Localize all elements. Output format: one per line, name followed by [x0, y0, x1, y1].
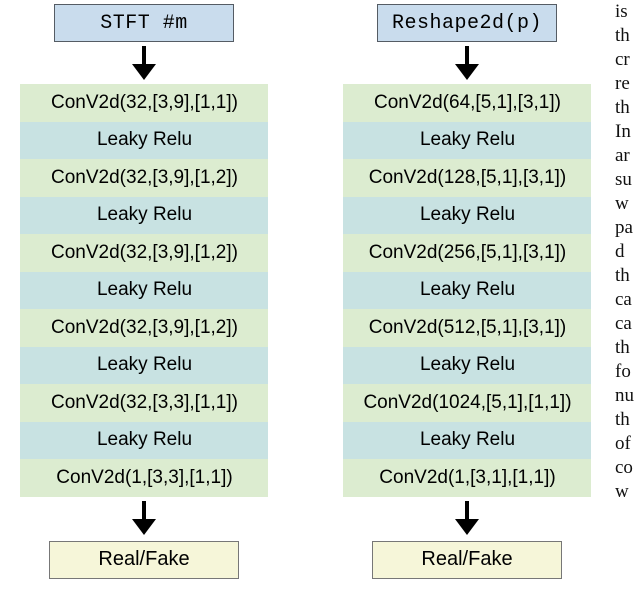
text-fragment: cr [615, 48, 640, 72]
layer-label: Leaky Relu [97, 129, 192, 151]
text-fragment: d [615, 240, 640, 264]
layer-label: ConV2d(128,[5,1],[3,1]) [369, 167, 567, 189]
layer-label: Leaky Relu [97, 204, 192, 226]
layer-label: ConV2d(64,[5,1],[3,1]) [374, 92, 561, 114]
right-column: Reshape2d(p) ConV2d(64,[5,1],[3,1]) Leak… [343, 4, 591, 579]
layer-label: Leaky Relu [97, 354, 192, 376]
text-fragment: is [615, 0, 640, 24]
conv-layer: ConV2d(1,[3,3],[1,1]) [20, 459, 268, 497]
arrow-down-icon [132, 46, 156, 80]
text-fragment: fo [615, 360, 640, 384]
layer-label: ConV2d(32,[3,9],[1,2]) [51, 242, 238, 264]
conv-layer: ConV2d(32,[3,9],[1,2]) [20, 309, 268, 347]
conv-layer: ConV2d(32,[3,3],[1,1]) [20, 384, 268, 422]
activation-layer: Leaky Relu [20, 122, 268, 160]
text-fragment: th [615, 264, 640, 288]
text-fragment: w [615, 480, 640, 504]
conv-layer: ConV2d(32,[3,9],[1,2]) [20, 234, 268, 272]
conv-layer: ConV2d(256,[5,1],[3,1]) [343, 234, 591, 272]
conv-layer: ConV2d(64,[5,1],[3,1]) [343, 84, 591, 122]
layer-label: Leaky Relu [420, 429, 515, 451]
layer-label: ConV2d(1024,[5,1],[1,1]) [363, 392, 571, 414]
text-fragment: w [615, 192, 640, 216]
text-fragment: th [615, 336, 640, 360]
text-fragment: th [615, 24, 640, 48]
conv-layer: ConV2d(32,[3,9],[1,2]) [20, 159, 268, 197]
diagram-canvas: STFT #m ConV2d(32,[3,9],[1,1]) Leaky Rel… [0, 0, 640, 603]
left-header-label: STFT #m [100, 12, 188, 35]
left-layer-stack: ConV2d(32,[3,9],[1,1]) Leaky Relu ConV2d… [20, 84, 268, 497]
activation-layer: Leaky Relu [343, 197, 591, 235]
right-header-box: Reshape2d(p) [377, 4, 557, 42]
activation-layer: Leaky Relu [20, 422, 268, 460]
left-column: STFT #m ConV2d(32,[3,9],[1,1]) Leaky Rel… [20, 4, 268, 579]
text-fragment: ar [615, 144, 640, 168]
output-label: Real/Fake [421, 548, 512, 571]
text-fragment: of [615, 432, 640, 456]
text-fragment: re [615, 72, 640, 96]
left-header-box: STFT #m [54, 4, 234, 42]
conv-layer: ConV2d(512,[5,1],[3,1]) [343, 309, 591, 347]
conv-layer: ConV2d(1024,[5,1],[1,1]) [343, 384, 591, 422]
left-output-box: Real/Fake [49, 541, 239, 579]
layer-label: Leaky Relu [420, 204, 515, 226]
text-fragment: ca [615, 288, 640, 312]
text-fragment: co [615, 456, 640, 480]
layer-label: ConV2d(512,[5,1],[3,1]) [369, 317, 567, 339]
output-label: Real/Fake [98, 548, 189, 571]
layer-label: ConV2d(1,[3,1],[1,1]) [379, 467, 555, 489]
layer-label: Leaky Relu [420, 129, 515, 151]
layer-label: Leaky Relu [420, 354, 515, 376]
text-fragment: In [615, 120, 640, 144]
right-output-box: Real/Fake [372, 541, 562, 579]
layer-label: ConV2d(32,[3,9],[1,1]) [51, 92, 238, 114]
conv-layer: ConV2d(1,[3,1],[1,1]) [343, 459, 591, 497]
activation-layer: Leaky Relu [343, 347, 591, 385]
conv-layer: ConV2d(128,[5,1],[3,1]) [343, 159, 591, 197]
layer-label: Leaky Relu [420, 279, 515, 301]
activation-layer: Leaky Relu [20, 347, 268, 385]
text-fragment: nu [615, 384, 640, 408]
activation-layer: Leaky Relu [343, 122, 591, 160]
arrow-down-icon [455, 46, 479, 80]
text-fragment: th [615, 408, 640, 432]
arrow-down-icon [132, 501, 156, 535]
text-fragment: su [615, 168, 640, 192]
layer-label: ConV2d(32,[3,9],[1,2]) [51, 317, 238, 339]
layer-label: ConV2d(32,[3,3],[1,1]) [51, 392, 238, 414]
text-fragment: th [615, 96, 640, 120]
layer-label: ConV2d(256,[5,1],[3,1]) [369, 242, 567, 264]
arrow-down-icon [455, 501, 479, 535]
cropped-text-column: is th cr re th In ar su w pa d th ca ca … [615, 0, 640, 603]
activation-layer: Leaky Relu [20, 272, 268, 310]
text-fragment: pa [615, 216, 640, 240]
conv-layer: ConV2d(32,[3,9],[1,1]) [20, 84, 268, 122]
activation-layer: Leaky Relu [20, 197, 268, 235]
right-header-label: Reshape2d(p) [392, 12, 542, 35]
activation-layer: Leaky Relu [343, 272, 591, 310]
activation-layer: Leaky Relu [343, 422, 591, 460]
layer-label: Leaky Relu [97, 279, 192, 301]
text-fragment: ca [615, 312, 640, 336]
right-layer-stack: ConV2d(64,[5,1],[3,1]) Leaky Relu ConV2d… [343, 84, 591, 497]
layer-label: Leaky Relu [97, 429, 192, 451]
layer-label: ConV2d(32,[3,9],[1,2]) [51, 167, 238, 189]
layer-label: ConV2d(1,[3,3],[1,1]) [56, 467, 232, 489]
